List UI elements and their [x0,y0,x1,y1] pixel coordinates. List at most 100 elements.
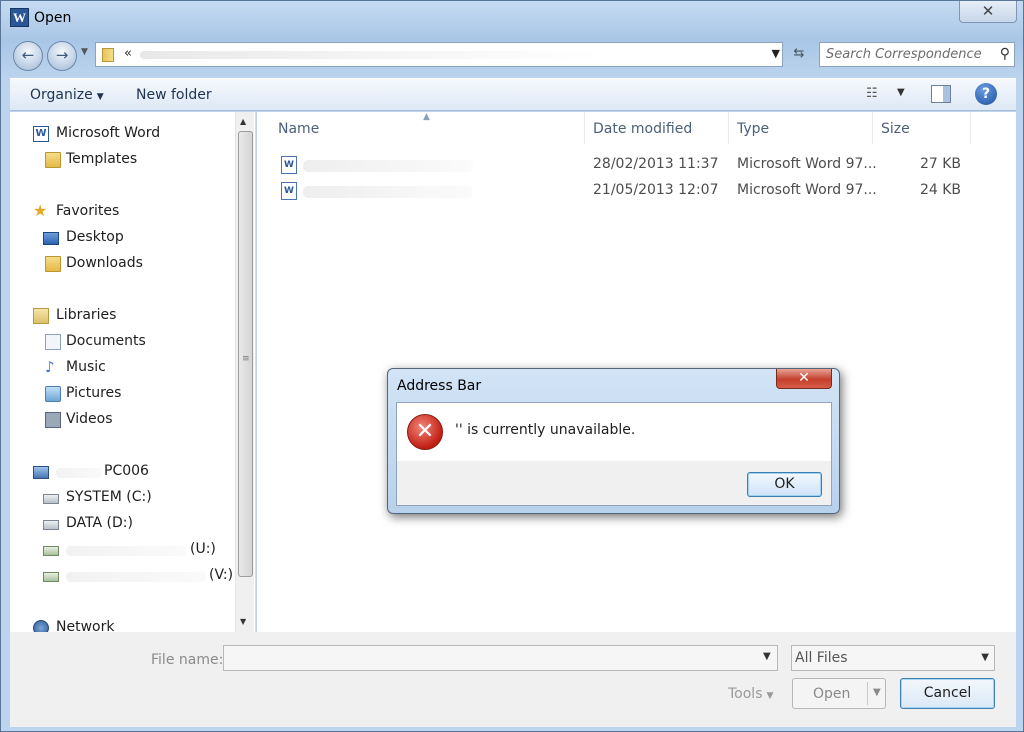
sidebar-item-label: Videos [66,411,113,427]
sidebar-item-v-drive[interactable]: (V:) [10,565,235,587]
network-drive-icon [43,572,59,582]
sidebar-item-desktop[interactable]: Desktop [10,227,235,249]
file-name-redacted [303,186,473,198]
sidebar-item-network[interactable]: Network [10,617,235,632]
sidebar-item-microsoft-word[interactable]: W Microsoft Word [10,123,235,145]
recent-locations-dropdown-icon[interactable]: ▼ [81,47,88,57]
file-type-filter-value: All Files [795,650,848,666]
search-icon[interactable]: ⚲ [1000,46,1010,62]
sidebar-scrollbar[interactable]: ▲ ≡ ▼ [235,112,254,632]
column-header-label: Date modified [593,121,693,137]
sidebar-item-pictures[interactable]: Pictures [10,383,235,405]
column-header-type[interactable]: Type [729,112,873,144]
column-header-date[interactable]: Date modified [585,112,729,144]
videos-icon [45,412,61,428]
organize-button[interactable]: Organize ▼ [30,87,104,103]
search-box[interactable]: ⚲ [819,42,1015,67]
file-type: Microsoft Word 97... [737,156,877,172]
table-row[interactable]: W 21/05/2013 12:07 Microsoft Word 97... … [257,178,977,204]
sidebar-item-label: Microsoft Word [56,125,161,141]
tools-label: Tools [728,686,763,702]
folder-icon [102,48,114,62]
sidebar-item-data-drive[interactable]: DATA (D:) [10,513,235,535]
dialog-message-area: ✕ '' is currently unavailable. [397,403,831,461]
window-title: Open [34,10,72,26]
sidebar-item-videos[interactable]: Videos [10,409,235,431]
ok-button[interactable]: OK [747,472,822,497]
sidebar-item-downloads[interactable]: Downloads [10,253,235,275]
chevron-down-icon[interactable]: ▼ [772,47,780,60]
address-prefix[interactable]: « [124,46,132,61]
back-button[interactable]: ← [13,41,43,71]
file-name-input[interactable] [223,645,778,671]
star-icon: ★ [33,201,48,220]
tools-button[interactable]: Tools ▼ [728,686,773,702]
open-options-dropdown-icon[interactable]: ▼ [873,687,881,698]
column-header-label: Size [881,121,910,137]
column-header-name[interactable]: ▲ Name [257,112,585,144]
forward-button[interactable]: → [47,41,77,71]
sidebar-item-label: Network [56,619,115,632]
sidebar-item-u-drive[interactable]: (U:) [10,539,235,561]
network-drive-icon [43,546,59,556]
open-button[interactable]: Open ▼ [792,678,886,709]
sidebar-item-label: (U:) [190,541,216,557]
address-bar[interactable]: « ▼ [95,42,783,67]
preview-pane-icon[interactable] [931,85,951,103]
sidebar-item-music[interactable]: ♪ Music [10,357,235,379]
sidebar-item-label: DATA (D:) [66,515,133,531]
sidebar-item-label: Desktop [66,229,124,245]
sidebar-item-label: Documents [66,333,146,349]
word-icon: W [33,126,49,142]
sidebar-item-computer[interactable]: PC006 [10,461,235,483]
sidebar-item-templates[interactable]: Templates [10,149,235,171]
organize-label: Organize [30,87,93,103]
sidebar-item-favorites[interactable]: ★ Favorites [10,201,235,223]
file-name-label: File name: [151,652,224,668]
sidebar-item-label: Pictures [66,385,122,401]
word-app-icon: W [10,8,29,27]
search-input[interactable] [820,43,992,66]
scrollbar-thumb[interactable]: ≡ [238,131,253,577]
file-date: 28/02/2013 11:37 [593,156,719,172]
documents-icon [45,334,61,350]
folder-icon [45,152,61,168]
music-icon: ♪ [45,358,55,376]
scroll-down-icon[interactable]: ▼ [240,617,246,626]
help-icon[interactable]: ? [975,83,997,105]
sidebar-item-libraries[interactable]: Libraries [10,305,235,327]
new-folder-button[interactable]: New folder [136,87,212,103]
sidebar-item-system-drive[interactable]: SYSTEM (C:) [10,487,235,509]
file-size: 24 KB [919,182,961,198]
drive-icon [43,520,59,530]
file-date: 21/05/2013 12:07 [593,182,719,198]
table-row[interactable]: W 28/02/2013 11:37 Microsoft Word 97... … [257,152,977,178]
chevron-down-icon: ▼ [981,652,989,663]
refresh-icon[interactable]: ⇆ [787,42,811,67]
title-bar[interactable]: W Open ✕ [1,1,1023,35]
sidebar-item-label: Libraries [56,307,117,323]
chevron-down-icon[interactable]: ▼ [763,651,771,662]
view-details-icon[interactable]: ☷ [866,86,886,102]
network-icon [33,620,49,632]
scroll-up-icon[interactable]: ▲ [240,117,246,126]
computer-icon [33,466,49,479]
window-close-button[interactable]: ✕ [959,1,1017,23]
sidebar-item-label: SYSTEM (C:) [66,489,152,505]
column-header-label: Type [737,121,770,137]
file-type-filter[interactable]: All Files ▼ [791,645,995,671]
sidebar-item-documents[interactable]: Documents [10,331,235,353]
view-options-dropdown-icon[interactable]: ▼ [897,87,905,98]
command-bar: Organize ▼ New folder ☷ ▼ ? [10,78,1016,111]
address-bar-error-dialog: Address Bar ✕ ✕ '' is currently unavaila… [387,368,840,514]
column-header-size[interactable]: Size [873,112,971,144]
split-divider [867,682,868,705]
cancel-button[interactable]: Cancel [900,678,995,709]
chevron-down-icon: ▼ [766,691,774,701]
open-dialog-window: W Open ✕ ← → ▼ « ▼ ⇆ ⚲ Organize▼ New fol… [0,0,1024,732]
sidebar-item-label: (V:) [209,567,234,583]
sidebar-item-label: Music [66,359,106,375]
sidebar-item-label: PC006 [104,463,149,479]
dialog-close-button[interactable]: ✕ [776,369,832,389]
library-icon [33,308,49,324]
